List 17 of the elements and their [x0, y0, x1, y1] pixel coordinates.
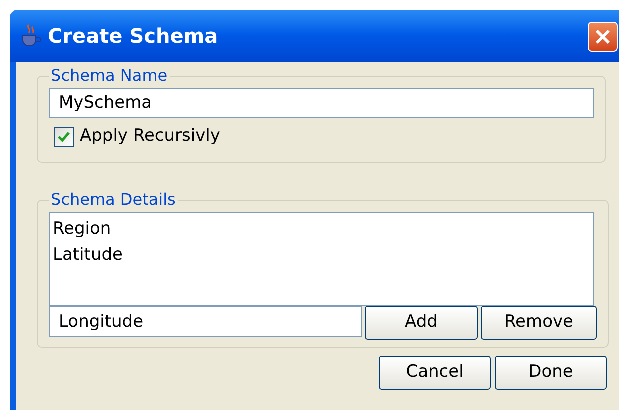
- dialog-button[interactable]: Remove: [481, 306, 597, 340]
- new-item-field[interactable]: Longitude: [49, 306, 362, 337]
- list-item[interactable]: Latitude: [53, 242, 123, 268]
- dialog-button[interactable]: Add: [365, 306, 478, 340]
- window-title: Create Schema: [48, 23, 218, 50]
- group-title: Schema Name: [50, 65, 169, 87]
- schema-name-field[interactable]: MySchema: [49, 88, 594, 118]
- list-item[interactable]: Region: [53, 216, 112, 242]
- apply-recursively-checkbox[interactable]: [54, 126, 74, 147]
- checkmark-icon: [57, 130, 71, 144]
- checkbox-label: Apply Recursivly: [80, 125, 220, 148]
- close-icon: [594, 28, 612, 46]
- group-title: Schema Details: [50, 189, 177, 211]
- coffee-cup-icon: [20, 24, 42, 48]
- dialog-button[interactable]: Done: [495, 356, 607, 390]
- dialog-button[interactable]: Cancel: [379, 356, 491, 390]
- close-button[interactable]: [588, 22, 618, 52]
